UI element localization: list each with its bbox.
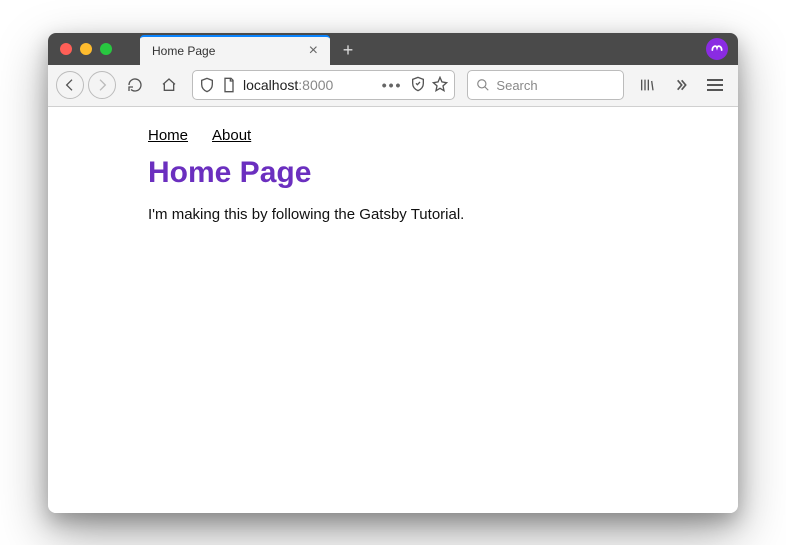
close-window-button[interactable] bbox=[60, 43, 72, 55]
reload-button[interactable] bbox=[120, 70, 150, 100]
hamburger-icon bbox=[707, 79, 723, 91]
browser-tab[interactable]: Home Page × bbox=[140, 35, 330, 65]
extension-icon[interactable] bbox=[706, 38, 728, 60]
close-tab-icon[interactable]: × bbox=[305, 43, 322, 59]
search-placeholder: Search bbox=[496, 78, 537, 93]
url-port: :8000 bbox=[298, 77, 333, 93]
new-tab-button[interactable]: + bbox=[334, 37, 362, 65]
back-button[interactable] bbox=[56, 71, 84, 99]
nav-link-about[interactable]: About bbox=[212, 127, 251, 144]
tab-title: Home Page bbox=[152, 44, 215, 58]
nav-link-home[interactable]: Home bbox=[148, 127, 188, 144]
browser-window: Home Page × + bbox=[48, 33, 738, 513]
menu-button[interactable] bbox=[700, 70, 730, 100]
page-icon bbox=[221, 77, 237, 93]
page-actions-icon[interactable]: ••• bbox=[382, 77, 403, 93]
minimize-window-button[interactable] bbox=[80, 43, 92, 55]
page-title: Home Page bbox=[148, 156, 738, 190]
overflow-icon[interactable] bbox=[666, 70, 696, 100]
bookmark-icon[interactable] bbox=[432, 76, 448, 95]
url-text: localhost:8000 bbox=[243, 77, 376, 93]
toolbar: localhost:8000 ••• Search bbox=[48, 65, 738, 107]
page-body: I'm making this by following the Gatsby … bbox=[148, 206, 738, 223]
home-button[interactable] bbox=[154, 70, 184, 100]
titlebar: Home Page × + bbox=[48, 33, 738, 65]
reader-mode-icon[interactable] bbox=[410, 76, 426, 95]
site-nav: Home About bbox=[148, 127, 738, 144]
page-content: Home About Home Page I'm making this by … bbox=[48, 107, 738, 513]
window-controls bbox=[48, 43, 112, 55]
forward-button[interactable] bbox=[88, 71, 116, 99]
maximize-window-button[interactable] bbox=[100, 43, 112, 55]
url-bar[interactable]: localhost:8000 ••• bbox=[192, 70, 455, 100]
library-icon[interactable] bbox=[632, 70, 662, 100]
tab-strip: Home Page × + bbox=[140, 33, 706, 65]
search-icon bbox=[476, 78, 490, 92]
search-bar[interactable]: Search bbox=[467, 70, 624, 100]
url-host: localhost bbox=[243, 77, 298, 93]
shield-icon[interactable] bbox=[199, 77, 215, 93]
